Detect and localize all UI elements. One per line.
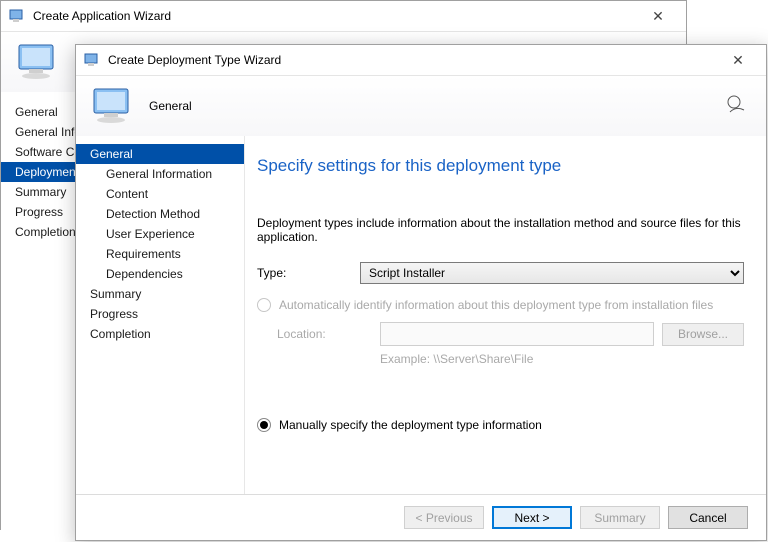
nav-item-summary[interactable]: Summary <box>76 284 244 304</box>
manual-specify-label: Manually specify the deployment type inf… <box>279 418 542 432</box>
location-input <box>380 322 654 346</box>
wizard-footer: < Previous Next > Summary Cancel <box>76 494 766 540</box>
close-icon[interactable]: ✕ <box>718 52 758 69</box>
nav-item-content[interactable]: Content <box>76 184 244 204</box>
nav-item-completion[interactable]: Completion <box>76 324 244 344</box>
monitor-icon <box>17 42 60 82</box>
nav-item-user-experience[interactable]: User Experience <box>76 224 244 244</box>
page-description: Deployment types include information abo… <box>257 216 744 244</box>
type-label: Type: <box>257 266 352 280</box>
wizard-content: Specify settings for this deployment typ… <box>244 136 766 496</box>
nav-item-dependencies[interactable]: Dependencies <box>76 264 244 284</box>
deployment-wizard-banner: General <box>76 76 766 136</box>
type-row: Type: Script Installer <box>257 262 744 284</box>
app-wizard-titlebar: Create Application Wizard ✕ <box>1 1 686 32</box>
next-button[interactable]: Next > <box>492 506 572 529</box>
auto-identify-label: Automatically identify information about… <box>279 298 713 312</box>
monitor-icon <box>92 86 135 126</box>
feedback-icon[interactable] <box>726 94 750 118</box>
deployment-wizard-nav: General General Information Content Dete… <box>76 136 244 496</box>
browse-button: Browse... <box>662 323 744 346</box>
wizard-icon <box>84 52 100 68</box>
deployment-wizard-titlebar: Create Deployment Type Wizard ✕ <box>76 45 766 76</box>
previous-button: < Previous <box>404 506 484 529</box>
wizard-icon <box>9 8 25 24</box>
page-heading: Specify settings for this deployment typ… <box>257 156 744 176</box>
auto-identify-radio <box>257 298 271 312</box>
summary-button: Summary <box>580 506 660 529</box>
manual-specify-radio-row[interactable]: Manually specify the deployment type inf… <box>257 418 744 432</box>
banner-title: General <box>149 99 192 113</box>
nav-item-general[interactable]: General <box>76 144 244 164</box>
location-row: Location: Browse... <box>257 322 744 346</box>
deployment-wizard-title: Create Deployment Type Wizard <box>108 53 718 67</box>
nav-item-detection-method[interactable]: Detection Method <box>76 204 244 224</box>
location-label: Location: <box>277 327 372 341</box>
nav-item-progress[interactable]: Progress <box>76 304 244 324</box>
deployment-wizard-window: Create Deployment Type Wizard ✕ General … <box>75 44 767 541</box>
nav-item-general-information[interactable]: General Information <box>76 164 244 184</box>
manual-specify-radio[interactable] <box>257 418 271 432</box>
nav-item-requirements[interactable]: Requirements <box>76 244 244 264</box>
auto-identify-radio-row: Automatically identify information about… <box>257 298 744 312</box>
cancel-button[interactable]: Cancel <box>668 506 748 529</box>
type-select[interactable]: Script Installer <box>360 262 744 284</box>
location-example: Example: \\Server\Share\File <box>360 352 744 366</box>
app-wizard-title: Create Application Wizard <box>33 9 638 23</box>
close-icon[interactable]: ✕ <box>638 8 678 25</box>
